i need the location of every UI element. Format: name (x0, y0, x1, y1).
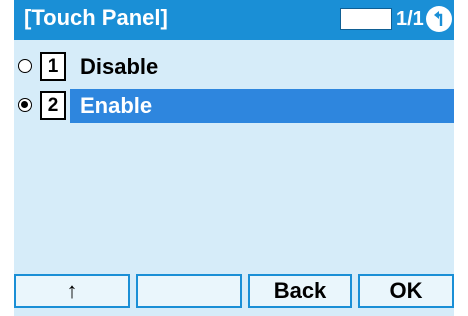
return-arrow-icon[interactable] (426, 6, 452, 32)
option-enable[interactable]: 2 Enable (14, 89, 454, 123)
option-label-area[interactable]: Disable (70, 50, 454, 84)
blank-softkey[interactable] (136, 274, 242, 308)
digit-input-box (340, 8, 392, 30)
back-softkey[interactable]: Back (248, 274, 352, 308)
page-indicator: 1/1 (396, 8, 424, 30)
option-label: Enable (80, 93, 153, 118)
return-arrow-glyph (434, 11, 443, 26)
radio-selected[interactable] (18, 98, 32, 112)
option-disable[interactable]: 1 Disable (14, 50, 454, 84)
softkey-bar: ↑ Back OK (14, 274, 454, 308)
up-arrow-softkey[interactable]: ↑ (14, 274, 130, 308)
phone-screen: [Touch Panel] 1/1 1 Disable 2 Enable ↑ B… (14, 0, 454, 316)
header-bar: [Touch Panel] 1/1 (14, 0, 454, 40)
page-title: [Touch Panel] (24, 5, 168, 30)
option-number-box: 1 (40, 52, 66, 81)
option-label-area-highlighted[interactable]: Enable (70, 89, 454, 123)
option-label: Disable (80, 54, 159, 79)
radio-unselected[interactable] (18, 59, 32, 73)
option-number-box: 2 (40, 91, 66, 120)
ok-softkey[interactable]: OK (358, 274, 454, 308)
